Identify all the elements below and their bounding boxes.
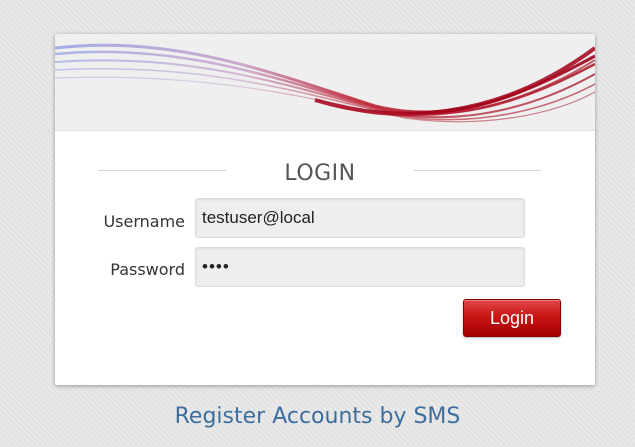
password-field[interactable] [195, 247, 525, 287]
password-label: Password [110, 260, 185, 279]
username-field[interactable] [195, 198, 525, 238]
register-sms-link[interactable]: Register Accounts by SMS [0, 404, 635, 429]
title-divider-left [98, 170, 226, 171]
login-card: LOGIN Username Password Login [55, 34, 595, 385]
username-label: Username [103, 212, 185, 231]
page-title: LOGIN [284, 161, 356, 186]
banner-wave-graphic [55, 34, 595, 131]
title-divider-right [414, 170, 541, 171]
login-button[interactable]: Login [463, 299, 561, 337]
